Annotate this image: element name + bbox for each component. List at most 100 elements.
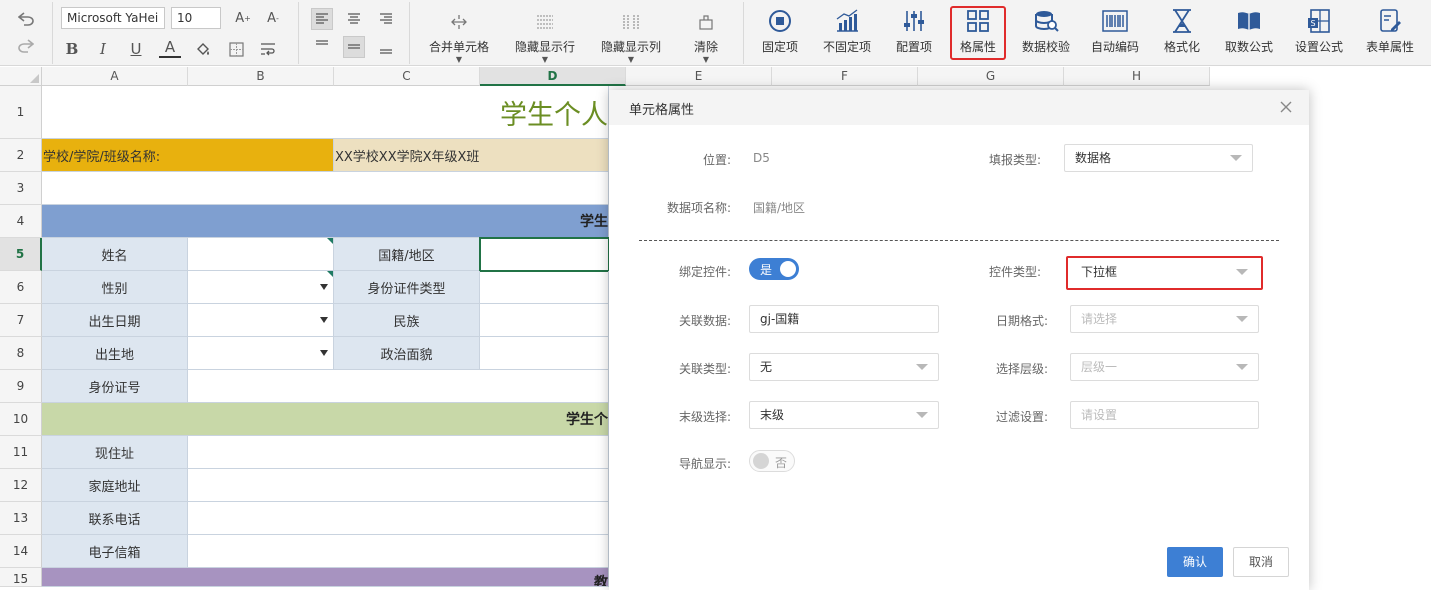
leaf-select-select[interactable]: 末级 <box>749 401 939 429</box>
date-format-select[interactable]: 请选择 <box>1070 305 1259 333</box>
bold-icon[interactable]: B <box>61 38 83 60</box>
set-formula-button[interactable]: S 设置公式 <box>1291 8 1347 55</box>
input-id-number[interactable] <box>188 370 609 403</box>
input-id-type[interactable] <box>480 271 609 304</box>
label-gender[interactable]: 性别 <box>42 271 188 304</box>
label-email[interactable]: 电子信箱 <box>42 535 188 568</box>
cell-properties-button[interactable]: 格属性 <box>955 8 1001 55</box>
row-header-6[interactable]: 6 <box>0 271 42 304</box>
unfixed-item-button[interactable]: 不固定项 <box>819 8 875 55</box>
font-size-select[interactable]: 10 <box>171 7 221 29</box>
section-header-student[interactable]: 学生 <box>42 205 609 238</box>
undo-icon[interactable] <box>15 8 37 30</box>
clear-button[interactable]: 清除 ▼ <box>688 10 724 64</box>
label-name[interactable]: 姓名 <box>42 238 188 271</box>
row-header-2[interactable]: 2 <box>0 139 42 172</box>
section-header-education[interactable]: 教 <box>42 568 609 587</box>
row-header-4[interactable]: 4 <box>0 205 42 238</box>
label-birth-date[interactable]: 出生日期 <box>42 304 188 337</box>
cancel-button[interactable]: 取消 <box>1233 547 1289 577</box>
fill-color-icon[interactable] <box>192 38 214 60</box>
input-address[interactable] <box>188 436 609 469</box>
bind-control-toggle[interactable]: 是 <box>749 258 799 280</box>
label-address[interactable]: 现住址 <box>42 436 188 469</box>
decrease-font-icon[interactable]: A- <box>262 7 284 29</box>
input-gender[interactable] <box>188 271 334 304</box>
row-header-5[interactable]: 5 <box>0 238 42 271</box>
label-id-type[interactable]: 身份证件类型 <box>334 271 480 304</box>
row-header-11[interactable]: 11 <box>0 436 42 469</box>
related-type-select[interactable]: 无 <box>749 353 939 381</box>
school-label-cell[interactable]: 学校/学院/班级名称: <box>42 139 334 172</box>
input-phone[interactable] <box>188 502 609 535</box>
related-data-input[interactable]: gj-国籍 <box>749 305 939 333</box>
input-email[interactable] <box>188 535 609 568</box>
merge-cells-button[interactable]: 合并单元格 ▼ <box>427 10 491 64</box>
row-header-3[interactable]: 3 <box>0 172 42 205</box>
label-political[interactable]: 政治面貌 <box>334 337 480 370</box>
align-center-icon[interactable] <box>343 8 365 30</box>
align-middle-icon[interactable] <box>343 36 365 58</box>
label-phone[interactable]: 联系电话 <box>42 502 188 535</box>
row-header-9[interactable]: 9 <box>0 370 42 403</box>
select-all-corner[interactable] <box>0 67 42 86</box>
filter-input[interactable]: 请设置 <box>1070 401 1259 429</box>
font-family-select[interactable]: Microsoft YaHei <box>61 7 165 29</box>
font-color-icon[interactable]: A <box>159 38 181 58</box>
column-header-f[interactable]: F <box>772 67 918 86</box>
hide-show-rows-button[interactable]: 隐藏显示行 ▼ <box>512 10 578 64</box>
school-value-cell[interactable]: XX学校XX学院X年级X班 <box>334 139 609 172</box>
wrap-text-icon[interactable] <box>257 38 279 60</box>
label-ethnicity[interactable]: 民族 <box>334 304 480 337</box>
align-right-icon[interactable] <box>375 8 397 30</box>
align-left-icon[interactable] <box>311 8 333 30</box>
column-header-d[interactable]: D <box>480 67 626 86</box>
input-home-address[interactable] <box>188 469 609 502</box>
row-header-15[interactable]: 15 <box>0 568 42 587</box>
control-type-select[interactable]: 下拉框 <box>1070 258 1259 286</box>
row-header-7[interactable]: 7 <box>0 304 42 337</box>
confirm-button[interactable]: 确认 <box>1167 547 1223 577</box>
input-birth-date[interactable] <box>188 304 334 337</box>
close-icon[interactable] <box>1277 98 1295 116</box>
column-header-a[interactable]: A <box>42 67 188 86</box>
auto-code-button[interactable]: 自动编码 <box>1088 8 1142 55</box>
empty-row-cell[interactable] <box>42 172 609 205</box>
label-nationality[interactable]: 国籍/地区 <box>334 238 480 271</box>
italic-icon[interactable]: I <box>92 38 114 60</box>
row-header-14[interactable]: 14 <box>0 535 42 568</box>
section-header-student-info[interactable]: 学生个 <box>42 403 609 436</box>
column-header-c[interactable]: C <box>334 67 480 86</box>
redo-icon[interactable] <box>15 35 37 57</box>
label-birthplace[interactable]: 出生地 <box>42 337 188 370</box>
row-header-10[interactable]: 10 <box>0 403 42 436</box>
input-political[interactable] <box>480 337 609 370</box>
select-level-select[interactable]: 层级一 <box>1070 353 1259 381</box>
column-header-b[interactable]: B <box>188 67 334 86</box>
increase-font-icon[interactable]: A + <box>232 7 254 29</box>
column-header-e[interactable]: E <box>626 67 772 86</box>
sheet-title[interactable]: 学生个人 <box>42 86 609 139</box>
input-name[interactable] <box>188 238 334 271</box>
form-properties-button[interactable]: 表单属性 <box>1362 8 1418 55</box>
label-id-number[interactable]: 身份证号 <box>42 370 188 403</box>
align-top-icon[interactable] <box>311 34 333 56</box>
label-home-address[interactable]: 家庭地址 <box>42 469 188 502</box>
input-birthplace[interactable] <box>188 337 334 370</box>
fetch-formula-button[interactable]: 取数公式 <box>1221 8 1277 55</box>
data-validation-button[interactable]: 数据校验 <box>1018 8 1074 55</box>
input-ethnicity[interactable] <box>480 304 609 337</box>
config-item-button[interactable]: 配置项 <box>893 8 935 55</box>
input-nationality-selected[interactable] <box>479 237 610 272</box>
row-header-12[interactable]: 12 <box>0 469 42 502</box>
row-header-8[interactable]: 8 <box>0 337 42 370</box>
align-bottom-icon[interactable] <box>375 38 397 60</box>
row-header-1[interactable]: 1 <box>0 86 42 139</box>
border-icon[interactable] <box>225 38 247 60</box>
row-header-13[interactable]: 13 <box>0 502 42 535</box>
format-button[interactable]: 格式化 <box>1161 8 1203 55</box>
nav-display-toggle[interactable]: 否 <box>749 450 795 472</box>
fixed-item-button[interactable]: 固定项 <box>757 8 803 55</box>
underline-icon[interactable]: U <box>125 38 147 60</box>
hide-show-cols-button[interactable]: 隐藏显示列 ▼ <box>598 10 664 64</box>
